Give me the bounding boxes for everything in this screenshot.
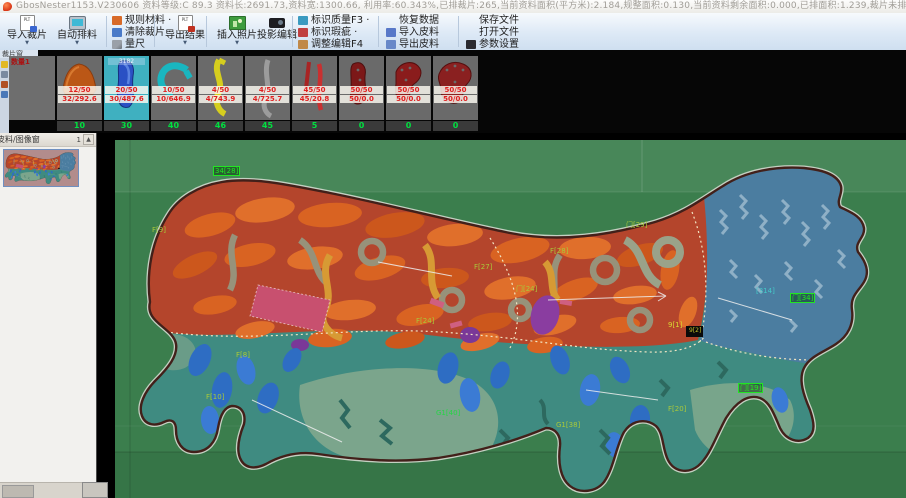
- piece-label: G1[38]: [556, 421, 580, 429]
- export-leather-icon: [386, 40, 396, 49]
- projector-icon: [252, 15, 302, 30]
- piece-count: 0: [386, 121, 431, 131]
- piece-label: F[28]: [550, 247, 568, 255]
- piece-label: F[10]: [206, 393, 224, 401]
- hide-thumbnail-graphic: [4, 150, 78, 186]
- data-tools-group: 恢复数据 导入皮料 导出皮料: [386, 15, 439, 51]
- page-number: 1: [77, 136, 81, 144]
- piece-count: 5: [292, 121, 337, 131]
- piece-count: 45: [245, 121, 290, 131]
- pencil-icon[interactable]: [1, 61, 8, 68]
- nested-hide-graphic: [97, 133, 906, 498]
- toolbar-separator: [292, 16, 293, 47]
- batch-label: 数量1: [11, 57, 30, 67]
- wrench-icon: [112, 40, 122, 49]
- mark-quality-button[interactable]: 标识质量F3 ·: [298, 15, 369, 26]
- strip-mini-toolbar: [0, 58, 9, 133]
- strip-blank-cell: 数量1: [9, 56, 55, 120]
- piece-thumbnail[interactable]: 50/50 50/0.0: [339, 56, 384, 120]
- file-tools-group: 保存文件 打开文件 参数设置: [466, 15, 519, 51]
- gear-icon: [466, 40, 476, 49]
- piece-count: 46: [198, 121, 243, 131]
- folder-edit-icon: [298, 40, 308, 49]
- piece-label: F[9]: [152, 226, 166, 234]
- grid-icon[interactable]: [1, 71, 8, 78]
- nesting-canvas[interactable]: 34[28] F[9] 门[29] F[27] F[28] 门[24] F[8]…: [97, 133, 906, 498]
- toolbar-separator: [378, 16, 379, 47]
- collapse-button[interactable]: ▲: [83, 134, 94, 145]
- save-file-button[interactable]: 保存文件: [466, 15, 519, 26]
- piece-label: 9[2]: [689, 327, 701, 335]
- import-pieces-button[interactable]: 导入裁片 ▼: [2, 14, 52, 49]
- pieces-strip: 裁片窗 数量1 12/50 32/292.6 10: [0, 50, 906, 133]
- panel-title: 皮料/图像窗: [0, 134, 40, 145]
- scrollbar-corner: [82, 482, 108, 498]
- piece-label: F[27]: [474, 263, 492, 271]
- piece-label: 34[28]: [213, 166, 240, 176]
- eraser-icon: [112, 28, 122, 37]
- material-icon: [112, 16, 122, 25]
- app-window: GbosNester1153.V230606 资料等级:C 89.3 资料长:2…: [0, 0, 906, 498]
- restore-data-button[interactable]: 恢复数据: [386, 15, 439, 26]
- import-leather-button[interactable]: 导入皮料: [386, 27, 439, 38]
- export-result-button[interactable]: 导出结果 ▼: [160, 14, 210, 49]
- monitor-icon: [52, 15, 102, 30]
- adjust-edit-button[interactable]: 调整编辑F4: [298, 39, 369, 50]
- piece-label: 门[29]: [626, 221, 647, 229]
- window-title: GbosNester1153.V230606 资料等级:C 89.3 资料长:2…: [16, 0, 906, 13]
- import-leather-icon: [386, 28, 396, 37]
- piece-label: 门[24]: [516, 285, 537, 293]
- toolbar: 导入裁片 ▼ 自动排料 ▼ 规则材料 · 清除裁片 · 量尺: [0, 13, 906, 51]
- piece-thumbnail[interactable]: 4/50 4/725.7: [245, 56, 290, 120]
- mark-tools-group: 标识质量F3 · 标识瑕疵 · 调整编辑F4: [298, 15, 369, 51]
- toolbar-separator: [106, 16, 107, 47]
- export-leather-button[interactable]: 导出皮料: [386, 39, 439, 50]
- hide-thumbnail[interactable]: [3, 149, 79, 187]
- piece-thumbnail[interactable]: 50/50 50/0.0: [433, 56, 478, 120]
- material-panel-header: 皮料/图像窗 1 ▲: [0, 133, 96, 147]
- piece-label: 9[1]: [668, 321, 682, 329]
- piece-count: 0: [433, 121, 478, 131]
- material-panel: 皮料/图像窗 1 ▲: [0, 133, 97, 498]
- piece-label: G1[40]: [436, 409, 460, 417]
- defect-flag-icon: [298, 28, 308, 37]
- toolbar-separator: [154, 16, 155, 47]
- export-doc-icon: [160, 15, 210, 30]
- piece-thumbnail[interactable]: 10/50 10/646.9: [151, 56, 196, 120]
- quality-flag-icon: [298, 16, 308, 25]
- piece-count: 10: [57, 121, 102, 131]
- app-logo-icon: [3, 2, 12, 11]
- piece-thumbnail[interactable]: 45/50 45/20.8: [292, 56, 337, 120]
- import-doc-icon: [2, 15, 52, 30]
- piece-label: F[8]: [236, 351, 250, 359]
- piece-label: F[20]: [668, 405, 686, 413]
- mark-defect-button[interactable]: 标识瑕疵 ·: [298, 27, 369, 38]
- piece-label: F[24]: [416, 317, 434, 325]
- scrollbar-thumb[interactable]: [2, 485, 34, 498]
- projection-edit-button[interactable]: 投影编辑: [252, 14, 302, 49]
- toolbar-separator: [458, 16, 459, 47]
- list-icon[interactable]: [1, 91, 8, 98]
- open-file-button[interactable]: 打开文件: [466, 27, 519, 38]
- toolbar-separator: [206, 16, 207, 47]
- piece-label: 门[19]: [738, 383, 763, 393]
- piece-label: 门[34]: [790, 293, 815, 303]
- piece-count: 30: [104, 121, 149, 131]
- piece-count: 40: [151, 121, 196, 131]
- piece-thumbnail[interactable]: 12/50 32/292.6: [57, 56, 102, 120]
- auto-nest-button[interactable]: 自动排料 ▼: [52, 14, 102, 49]
- settings-button[interactable]: 参数设置: [466, 39, 519, 50]
- titlebar: GbosNester1153.V230606 资料等级:C 89.3 资料长:2…: [0, 0, 906, 14]
- piece-label: [314]: [756, 287, 775, 295]
- stamp-icon[interactable]: [1, 81, 8, 88]
- piece-thumbnail-selected[interactable]: 3182 20/50 30/487.6: [104, 56, 149, 120]
- piece-thumbnail[interactable]: 50/50 50/0.0: [386, 56, 431, 120]
- piece-thumbnail[interactable]: 4/50 4/743.9: [198, 56, 243, 120]
- piece-count: 0: [339, 121, 384, 131]
